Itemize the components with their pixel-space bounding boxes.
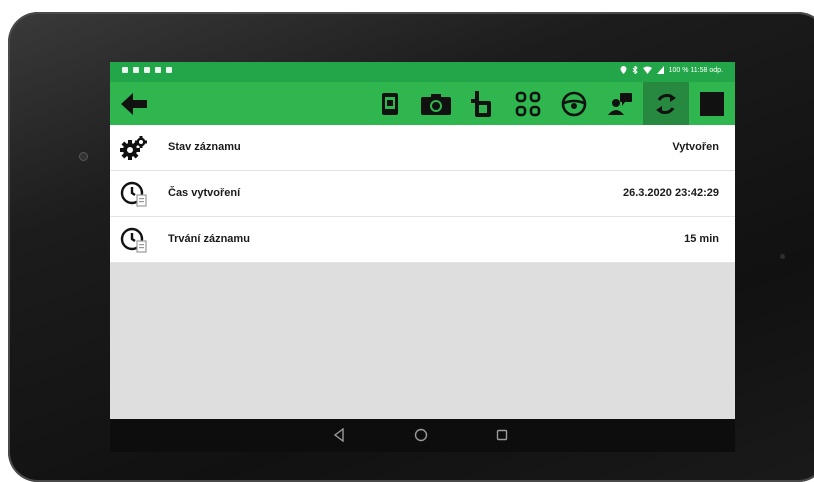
status-right-text: 100 % 11:58 odp. [668, 66, 723, 74]
notification-icon [133, 67, 139, 73]
signal-icon [656, 66, 664, 74]
gears-icon [120, 136, 147, 160]
bluetooth-icon [632, 66, 638, 74]
record-row-duration: Trvání záznamu 15 min [110, 217, 735, 263]
record-label: Stav záznamu [168, 141, 241, 153]
app-screen: 100 % 11:58 odp. Stav záznamu Vytvořen Č… [110, 62, 735, 452]
location-icon [620, 66, 627, 74]
toolbar [110, 82, 735, 125]
status-bar: 100 % 11:58 odp. [110, 62, 735, 82]
notification-icons [122, 67, 172, 73]
camera-button[interactable] [413, 82, 459, 125]
refresh-icon [656, 93, 676, 114]
camera-icon [421, 93, 451, 115]
nav-home-icon[interactable] [414, 428, 428, 442]
record-label: Čas vytvoření [168, 187, 241, 199]
grid-button[interactable] [505, 82, 551, 125]
user-message-button[interactable] [597, 82, 643, 125]
arrow-left-icon [121, 92, 147, 115]
steering-wheel-button[interactable] [551, 82, 597, 125]
wifi-icon [642, 66, 652, 74]
grid-icon [515, 91, 541, 116]
record-row-status: Stav záznamu Vytvořen [110, 125, 735, 171]
nav-recents-icon[interactable] [496, 429, 508, 441]
sensor-dot [780, 254, 785, 259]
stop-button[interactable] [689, 82, 735, 125]
notification-icon [144, 67, 150, 73]
crop-button[interactable] [459, 82, 505, 125]
tablet-frame: 100 % 11:58 odp. Stav záznamu Vytvořen Č… [8, 12, 814, 482]
record-label: Trvání záznamu [168, 233, 250, 245]
refresh-button[interactable] [643, 82, 689, 125]
notification-icon [122, 67, 128, 73]
stop-icon [700, 91, 724, 116]
crop-icon [471, 90, 491, 117]
steering-wheel-icon [561, 91, 587, 116]
front-camera [79, 152, 88, 161]
toolbar-actions [367, 82, 735, 125]
record-row-created: Čas vytvoření 26.3.2020 23:42:29 [110, 171, 735, 217]
record-value: Vytvořen [672, 141, 719, 153]
status-indicators: 100 % 11:58 odp. [620, 66, 723, 74]
notification-icon [166, 67, 172, 73]
record-value: 26.3.2020 23:42:29 [622, 187, 719, 199]
user-message-icon [608, 92, 632, 115]
document-button[interactable] [367, 82, 413, 125]
system-nav-bar [110, 419, 735, 452]
record-details-list: Stav záznamu Vytvořen Čas vytvoření 26.3… [110, 125, 735, 263]
document-icon [382, 92, 398, 115]
clock-file-icon [120, 181, 147, 207]
clock-file-icon [120, 227, 147, 253]
notification-icon [155, 67, 161, 73]
nav-back-icon[interactable] [333, 428, 345, 442]
record-value: 15 min [684, 233, 719, 245]
back-button[interactable] [114, 86, 154, 121]
